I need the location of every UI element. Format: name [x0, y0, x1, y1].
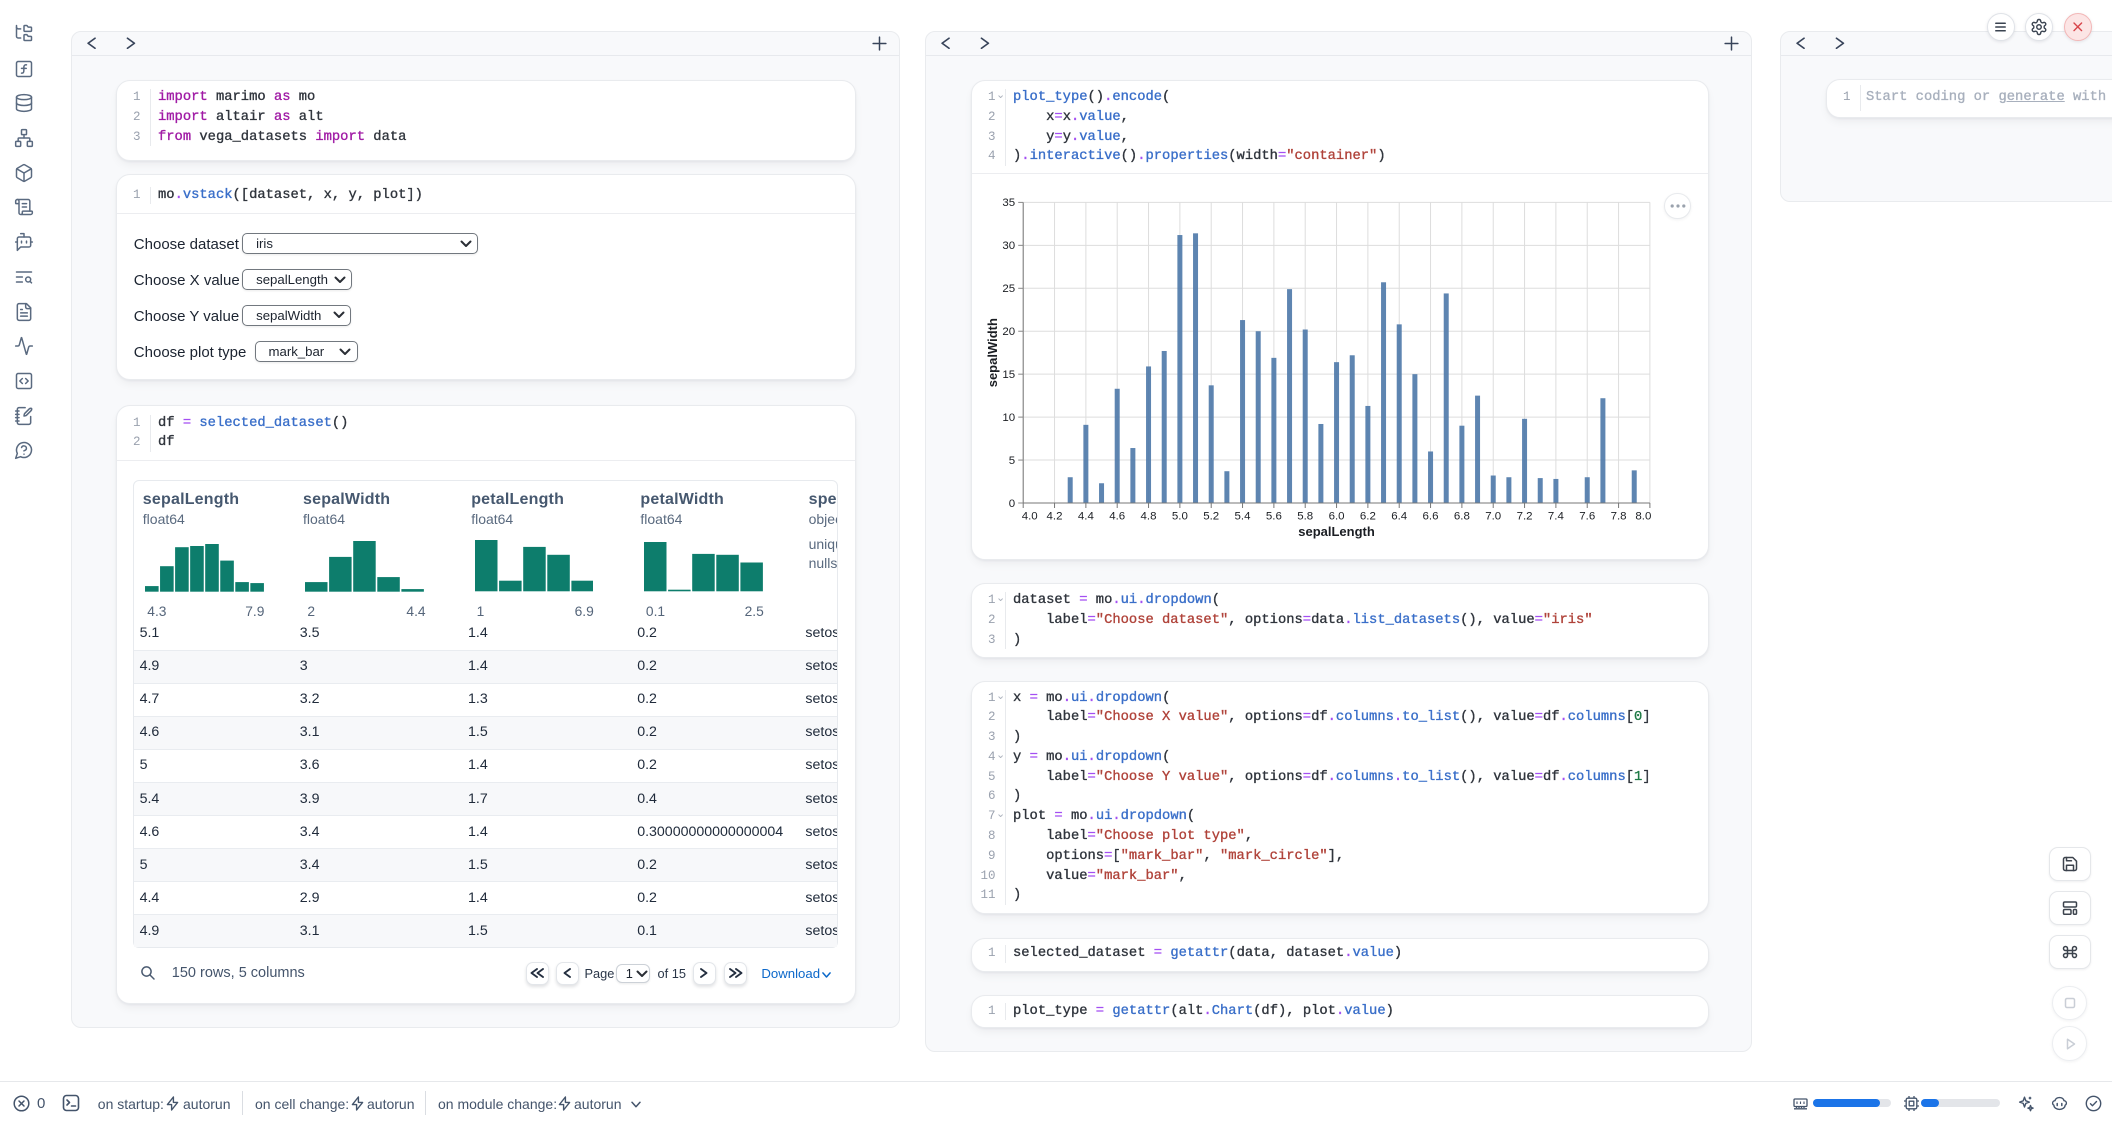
- svg-text:7.0: 7.0: [1485, 510, 1501, 522]
- svg-text:7.6: 7.6: [1579, 510, 1595, 522]
- svg-text:4.0: 4.0: [1022, 510, 1038, 522]
- svg-text:4.4: 4.4: [1078, 510, 1095, 522]
- svg-text:5.0: 5.0: [1172, 510, 1188, 522]
- svg-text:sepalLength: sepalLength: [1298, 524, 1375, 539]
- svg-text:sepalWidth: sepalWidth: [985, 318, 1000, 387]
- svg-text:5.4: 5.4: [1235, 510, 1252, 522]
- svg-text:5.8: 5.8: [1297, 510, 1313, 522]
- svg-text:4.2: 4.2: [1047, 510, 1063, 522]
- svg-text:6.6: 6.6: [1423, 510, 1439, 522]
- svg-text:5.2: 5.2: [1203, 510, 1219, 522]
- svg-text:15: 15: [1002, 369, 1015, 381]
- svg-text:7.4: 7.4: [1548, 510, 1565, 522]
- svg-text:4.6: 4.6: [1109, 510, 1125, 522]
- svg-text:6.2: 6.2: [1360, 510, 1376, 522]
- svg-text:0: 0: [1009, 497, 1015, 509]
- svg-text:4.8: 4.8: [1141, 510, 1157, 522]
- svg-text:7.2: 7.2: [1517, 510, 1533, 522]
- svg-text:30: 30: [1002, 240, 1015, 252]
- svg-text:6.4: 6.4: [1391, 510, 1408, 522]
- svg-text:5: 5: [1009, 455, 1015, 467]
- svg-text:10: 10: [1002, 412, 1015, 424]
- svg-text:20: 20: [1002, 326, 1015, 338]
- svg-text:6.0: 6.0: [1329, 510, 1345, 522]
- svg-text:25: 25: [1002, 283, 1015, 295]
- svg-text:7.8: 7.8: [1611, 510, 1627, 522]
- svg-text:6.8: 6.8: [1454, 510, 1470, 522]
- svg-text:35: 35: [1002, 197, 1015, 209]
- svg-text:5.6: 5.6: [1266, 510, 1282, 522]
- svg-text:8.0: 8.0: [1635, 510, 1651, 522]
